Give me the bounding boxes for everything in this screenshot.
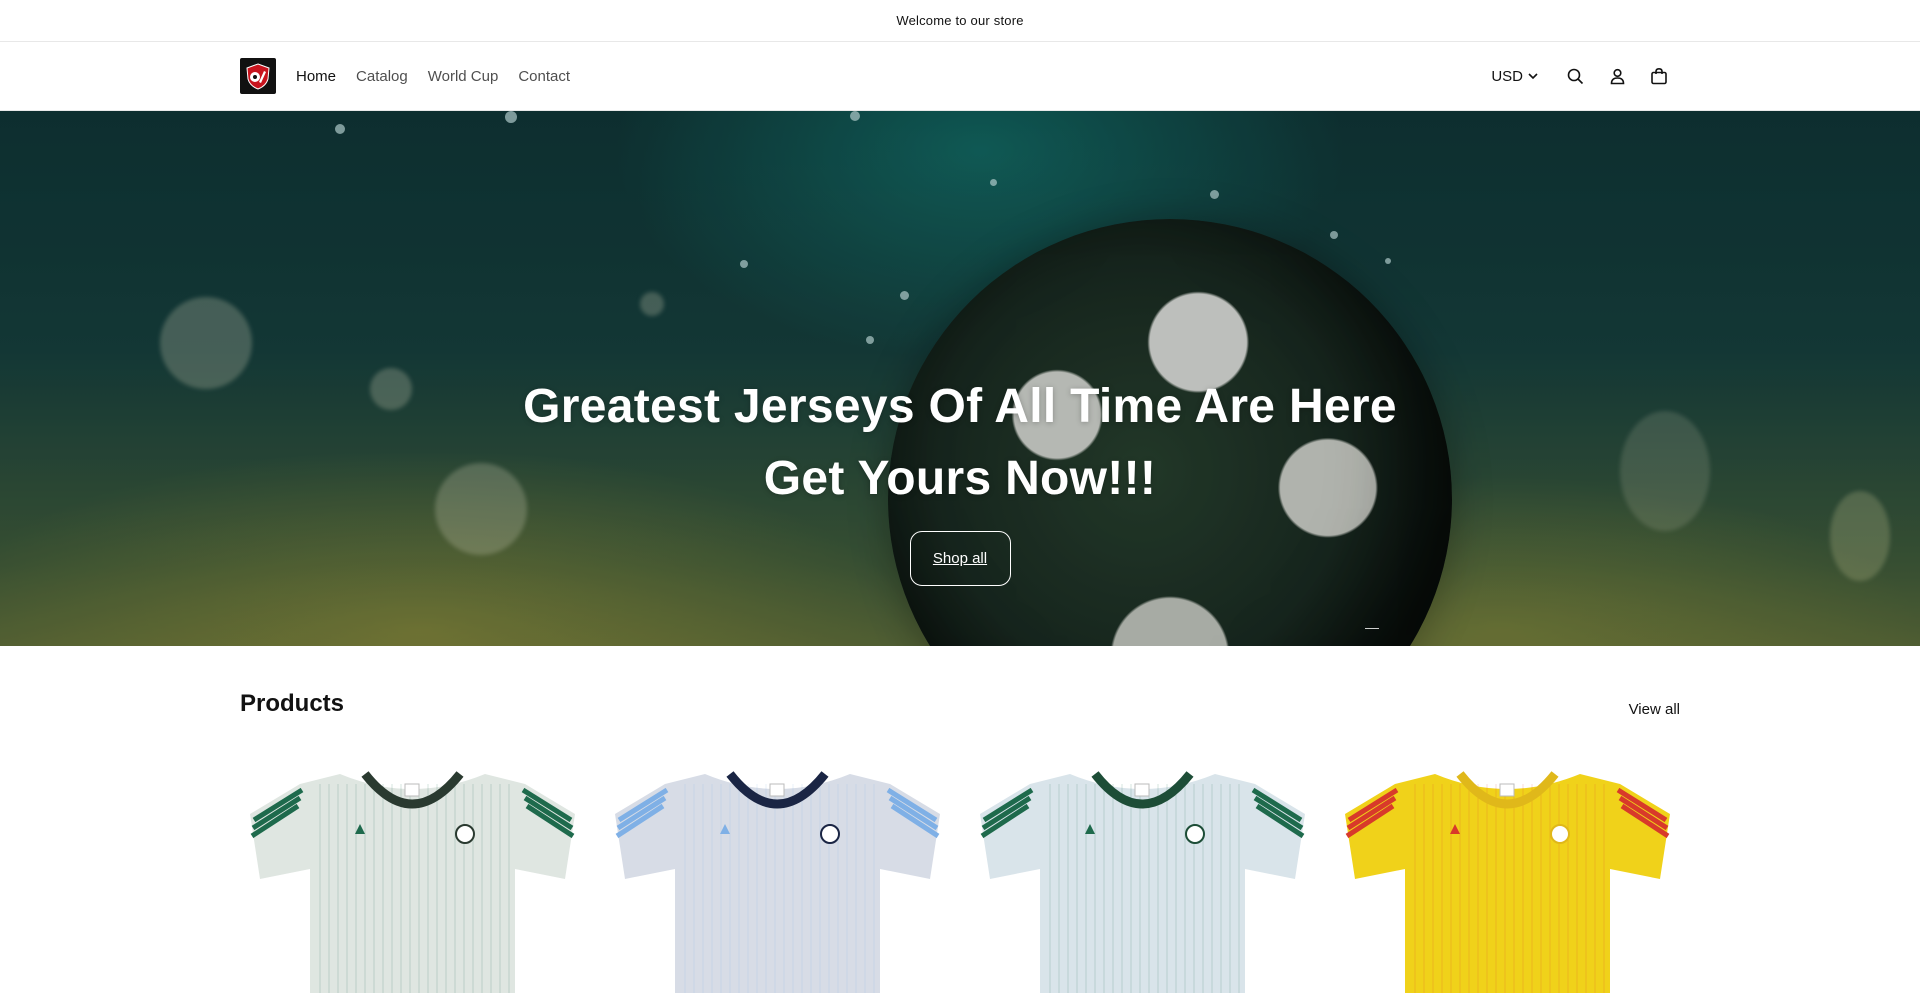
nav-world-cup[interactable]: World Cup	[418, 68, 509, 85]
hero-title-line-2: Get Yours Now!!!	[763, 452, 1157, 505]
account-icon	[1610, 68, 1624, 84]
jersey-image	[250, 771, 575, 993]
jersey-image	[1345, 771, 1670, 993]
currency-selector[interactable]: USD	[1491, 68, 1538, 85]
products-section: Products View all	[0, 646, 1920, 993]
crest-badge-icon	[1550, 824, 1570, 844]
search-button[interactable]	[1554, 55, 1596, 97]
slide-indicator[interactable]	[1365, 628, 1379, 629]
jersey-tag	[769, 783, 785, 797]
site-header: Home Catalog World Cup Contact USD	[0, 42, 1920, 111]
nav-home[interactable]: Home	[296, 68, 346, 85]
store-logo[interactable]	[240, 58, 276, 94]
jersey-tag	[1499, 783, 1515, 797]
view-all-link[interactable]: View all	[1629, 701, 1680, 718]
nav-catalog[interactable]: Catalog	[346, 68, 418, 85]
currency-label: USD	[1491, 67, 1523, 85]
announcement-text: Welcome to our store	[896, 13, 1024, 28]
cart-icon	[1651, 67, 1667, 85]
cart-button[interactable]	[1638, 55, 1680, 97]
main-nav: Home Catalog World Cup Contact	[296, 68, 580, 85]
hero-content: Greatest Jerseys Of All Time Are Here Ge…	[0, 371, 1920, 586]
search-icon	[1567, 68, 1583, 84]
shield-logo-icon	[246, 63, 270, 90]
jersey-image	[615, 771, 940, 993]
hero-title-line-1: Greatest Jerseys Of All Time Are Here	[523, 380, 1397, 433]
hero-title: Greatest Jerseys Of All Time Are Here Ge…	[523, 371, 1397, 515]
jersey-image	[980, 771, 1305, 993]
hero-banner: Greatest Jerseys Of All Time Are Here Ge…	[0, 111, 1920, 646]
product-card[interactable]	[970, 754, 1315, 993]
chevron-down-icon	[1528, 72, 1538, 79]
jersey-tag	[404, 783, 420, 797]
products-header: Products View all	[240, 646, 1680, 718]
shop-all-button[interactable]: Shop all	[909, 531, 1011, 586]
crest-badge-icon	[455, 824, 475, 844]
crest-badge-icon	[1185, 824, 1205, 844]
account-button[interactable]	[1596, 55, 1638, 97]
product-card[interactable]	[240, 754, 585, 993]
product-card[interactable]	[1335, 754, 1680, 993]
product-grid	[240, 754, 1680, 993]
crest-badge-icon	[820, 824, 840, 844]
product-card[interactable]	[605, 754, 950, 993]
header-actions: USD	[1491, 55, 1680, 97]
nav-contact[interactable]: Contact	[508, 68, 580, 85]
jersey-tag	[1134, 783, 1150, 797]
products-title: Products	[240, 690, 345, 717]
announcement-bar: Welcome to our store	[0, 0, 1920, 42]
